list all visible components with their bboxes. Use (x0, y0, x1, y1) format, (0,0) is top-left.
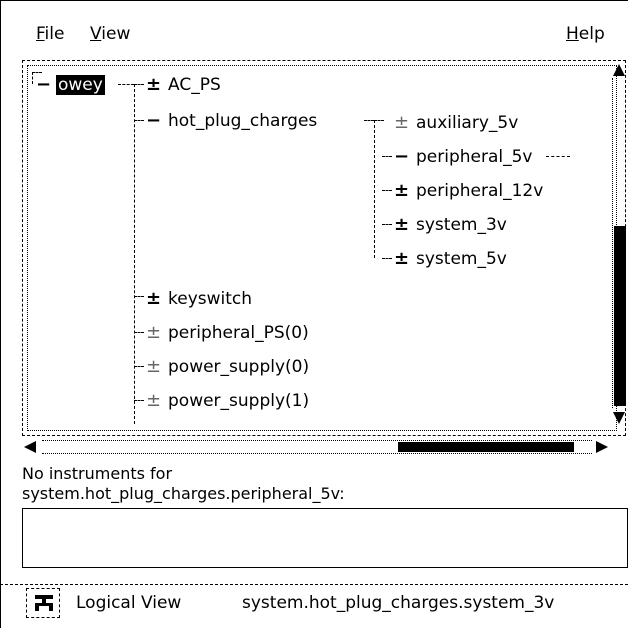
scroll-thumb[interactable] (398, 442, 574, 452)
scroll-right-arrow-icon[interactable] (594, 440, 610, 454)
expand-icon[interactable]: ± (394, 248, 409, 270)
tree-connector (382, 156, 392, 157)
instrument-panel (22, 508, 628, 568)
tree-node-keyswitch[interactable]: ± keyswitch (146, 288, 254, 310)
expand-icon[interactable]: ± (146, 322, 161, 344)
scroll-left-arrow-icon[interactable] (22, 440, 38, 454)
tree-panel (22, 60, 626, 436)
tree-node-label: power_supply(0) (168, 357, 310, 377)
tree-node-label: keyswitch (168, 289, 253, 309)
tree-connector (134, 296, 144, 297)
tree-node-auxiliary-5v[interactable]: ± auxiliary_5v (394, 112, 520, 134)
horizontal-scrollbar[interactable] (22, 440, 612, 454)
tree-connector (32, 72, 42, 73)
tree-connector (382, 258, 392, 259)
menu-view[interactable]: View (90, 24, 130, 44)
tree-view[interactable] (27, 65, 617, 431)
tree-connector (134, 84, 144, 85)
view-mode-label: Logical View (76, 593, 182, 613)
tree-connector (546, 156, 570, 157)
tree-node-power-supply-0[interactable]: ± power_supply(0) (146, 356, 311, 378)
view-toggle-button[interactable] (26, 588, 60, 618)
status-line: No instruments for (22, 464, 173, 483)
tree-connector (374, 120, 375, 258)
selected-path-label: system.hot_plug_charges.system_3v (242, 593, 555, 613)
vertical-scrollbar[interactable] (612, 62, 626, 426)
expand-icon[interactable]: ± (146, 356, 161, 378)
expand-icon[interactable]: ± (394, 112, 409, 134)
tree-connector (382, 224, 392, 225)
tree-node-system-5v[interactable]: ± system_5v (394, 248, 509, 270)
scroll-up-arrow-icon[interactable] (612, 62, 626, 78)
tree-node-peripheral-ps[interactable]: ± peripheral_PS(0) (146, 322, 311, 344)
tree-node-label: system_5v (416, 249, 507, 269)
tree-node-label: system_3v (416, 215, 507, 235)
tree-node-label: peripheral_5v (416, 147, 533, 167)
menu-file[interactable]: File (36, 24, 64, 44)
tree-node-label: owey (56, 75, 105, 95)
tree-connector (134, 400, 144, 401)
tree-node-power-supply-1[interactable]: ± power_supply(1) (146, 390, 311, 412)
tree-node-label: peripheral_PS(0) (168, 323, 309, 343)
tree-node-ac-ps[interactable]: ± AC_PS (146, 74, 223, 96)
tree-connector (364, 120, 374, 121)
status-message: No instruments for system.hot_plug_charg… (22, 464, 345, 504)
tree-node-label: AC_PS (168, 75, 221, 95)
tree-node-label: hot_plug_charges (168, 111, 318, 131)
expand-icon[interactable]: ± (146, 74, 161, 96)
menu-bar: File View Help (0, 0, 628, 50)
tree-node-label: auxiliary_5v (416, 113, 519, 133)
tree-connector (134, 332, 144, 333)
tree-connector (374, 120, 384, 121)
tree-connector (382, 190, 392, 191)
tree-node-peripheral-12v[interactable]: ± peripheral_12v (394, 180, 545, 202)
tree-node-hot-plug-charges[interactable]: − hot_plug_charges (146, 110, 319, 132)
expand-icon[interactable]: ± (394, 214, 409, 236)
status-line: system.hot_plug_charges.peripheral_5v: (22, 484, 345, 503)
expand-icon[interactable]: ± (146, 390, 161, 412)
expand-icon[interactable]: ± (146, 288, 161, 310)
scroll-down-arrow-icon[interactable] (612, 410, 626, 426)
tree-node-label: power_supply(1) (168, 391, 310, 411)
tree-connector (32, 72, 33, 84)
tree-node-root[interactable]: − owey (36, 74, 105, 96)
tree-node-label: peripheral_12v (416, 181, 544, 201)
logical-view-icon (35, 595, 53, 611)
expand-icon[interactable]: ± (394, 180, 409, 202)
tree-connector (134, 120, 144, 121)
collapse-icon[interactable]: − (146, 110, 161, 132)
collapse-icon[interactable]: − (36, 74, 51, 96)
collapse-icon[interactable]: − (394, 146, 409, 168)
tree-node-system-3v[interactable]: ± system_3v (394, 214, 509, 236)
tree-node-peripheral-5v[interactable]: − peripheral_5v (394, 146, 535, 168)
tree-connector (134, 366, 144, 367)
menu-help[interactable]: Help (566, 24, 605, 44)
scroll-thumb[interactable] (614, 226, 626, 406)
tree-connector (118, 84, 134, 85)
tree-connector (134, 84, 135, 424)
